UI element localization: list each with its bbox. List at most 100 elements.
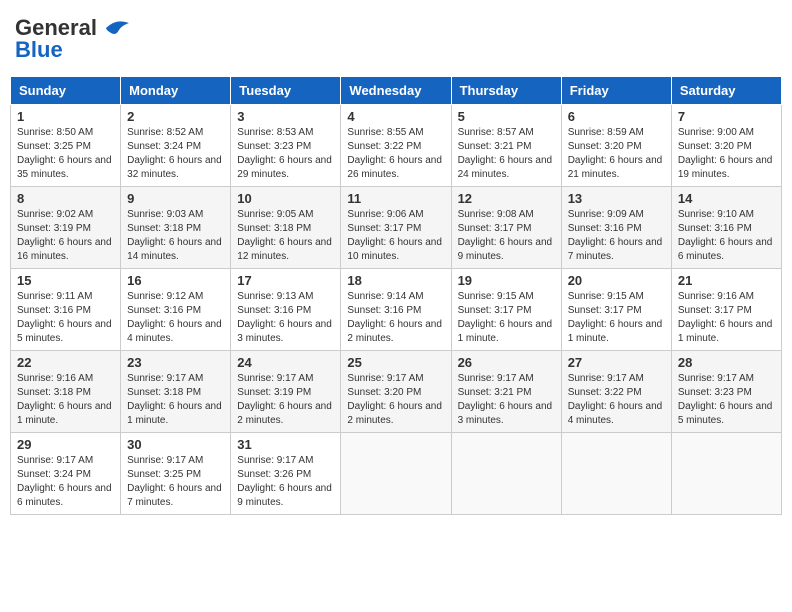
cell-sunrise: Sunrise: 9:17 AMSunset: 3:24 PMDaylight:… — [17, 455, 112, 508]
cell-sunrise: Sunrise: 9:17 AMSunset: 3:25 PMDaylight:… — [127, 455, 222, 508]
cell-sunrise: Sunrise: 9:13 AMSunset: 3:16 PMDaylight:… — [237, 291, 332, 344]
cell-sunrise: Sunrise: 9:17 AMSunset: 3:18 PMDaylight:… — [127, 373, 222, 426]
calendar-cell: 9 Sunrise: 9:03 AMSunset: 3:18 PMDayligh… — [121, 187, 231, 269]
day-number: 2 — [127, 109, 224, 124]
logo-bird-icon — [101, 18, 131, 38]
cell-sunrise: Sunrise: 8:52 AMSunset: 3:24 PMDaylight:… — [127, 127, 222, 180]
cell-sunrise: Sunrise: 9:16 AMSunset: 3:17 PMDaylight:… — [678, 291, 773, 344]
calendar-cell: 14 Sunrise: 9:10 AMSunset: 3:16 PMDaylig… — [671, 187, 781, 269]
calendar-cell: 27 Sunrise: 9:17 AMSunset: 3:22 PMDaylig… — [561, 351, 671, 433]
cell-sunrise: Sunrise: 9:05 AMSunset: 3:18 PMDaylight:… — [237, 209, 332, 262]
cell-sunrise: Sunrise: 9:17 AMSunset: 3:21 PMDaylight:… — [458, 373, 553, 426]
calendar-cell: 5 Sunrise: 8:57 AMSunset: 3:21 PMDayligh… — [451, 105, 561, 187]
calendar-cell: 16 Sunrise: 9:12 AMSunset: 3:16 PMDaylig… — [121, 269, 231, 351]
day-number: 13 — [568, 191, 665, 206]
cell-sunrise: Sunrise: 8:55 AMSunset: 3:22 PMDaylight:… — [347, 127, 442, 180]
calendar-cell: 3 Sunrise: 8:53 AMSunset: 3:23 PMDayligh… — [231, 105, 341, 187]
day-number: 23 — [127, 355, 224, 370]
calendar-cell: 1 Sunrise: 8:50 AMSunset: 3:25 PMDayligh… — [11, 105, 121, 187]
cell-sunrise: Sunrise: 8:57 AMSunset: 3:21 PMDaylight:… — [458, 127, 553, 180]
calendar-header-row: SundayMondayTuesdayWednesdayThursdayFrid… — [11, 77, 782, 105]
calendar-cell: 23 Sunrise: 9:17 AMSunset: 3:18 PMDaylig… — [121, 351, 231, 433]
calendar-cell: 13 Sunrise: 9:09 AMSunset: 3:16 PMDaylig… — [561, 187, 671, 269]
calendar-cell: 4 Sunrise: 8:55 AMSunset: 3:22 PMDayligh… — [341, 105, 451, 187]
calendar-week-row: 8 Sunrise: 9:02 AMSunset: 3:19 PMDayligh… — [11, 187, 782, 269]
cell-sunrise: Sunrise: 9:02 AMSunset: 3:19 PMDaylight:… — [17, 209, 112, 262]
calendar-cell: 2 Sunrise: 8:52 AMSunset: 3:24 PMDayligh… — [121, 105, 231, 187]
cell-sunrise: Sunrise: 9:10 AMSunset: 3:16 PMDaylight:… — [678, 209, 773, 262]
day-number: 19 — [458, 273, 555, 288]
logo: General Blue — [15, 15, 131, 63]
cell-sunrise: Sunrise: 9:00 AMSunset: 3:20 PMDaylight:… — [678, 127, 773, 180]
day-number: 4 — [347, 109, 444, 124]
day-number: 15 — [17, 273, 114, 288]
cell-sunrise: Sunrise: 9:06 AMSunset: 3:17 PMDaylight:… — [347, 209, 442, 262]
cell-sunrise: Sunrise: 8:53 AMSunset: 3:23 PMDaylight:… — [237, 127, 332, 180]
cell-sunrise: Sunrise: 9:17 AMSunset: 3:19 PMDaylight:… — [237, 373, 332, 426]
day-number: 22 — [17, 355, 114, 370]
day-number: 16 — [127, 273, 224, 288]
calendar-cell — [561, 433, 671, 515]
calendar-cell: 10 Sunrise: 9:05 AMSunset: 3:18 PMDaylig… — [231, 187, 341, 269]
day-number: 24 — [237, 355, 334, 370]
calendar-cell: 11 Sunrise: 9:06 AMSunset: 3:17 PMDaylig… — [341, 187, 451, 269]
cell-sunrise: Sunrise: 8:59 AMSunset: 3:20 PMDaylight:… — [568, 127, 663, 180]
cell-sunrise: Sunrise: 9:11 AMSunset: 3:16 PMDaylight:… — [17, 291, 112, 344]
cell-sunrise: Sunrise: 9:15 AMSunset: 3:17 PMDaylight:… — [458, 291, 553, 344]
logo-text-blue: Blue — [15, 37, 63, 63]
day-number: 10 — [237, 191, 334, 206]
calendar-cell: 12 Sunrise: 9:08 AMSunset: 3:17 PMDaylig… — [451, 187, 561, 269]
cell-sunrise: Sunrise: 9:17 AMSunset: 3:26 PMDaylight:… — [237, 455, 332, 508]
day-header-friday: Friday — [561, 77, 671, 105]
cell-sunrise: Sunrise: 9:17 AMSunset: 3:23 PMDaylight:… — [678, 373, 773, 426]
calendar-cell: 15 Sunrise: 9:11 AMSunset: 3:16 PMDaylig… — [11, 269, 121, 351]
calendar-cell — [671, 433, 781, 515]
calendar-week-row: 1 Sunrise: 8:50 AMSunset: 3:25 PMDayligh… — [11, 105, 782, 187]
cell-sunrise: Sunrise: 9:17 AMSunset: 3:22 PMDaylight:… — [568, 373, 663, 426]
calendar-cell: 26 Sunrise: 9:17 AMSunset: 3:21 PMDaylig… — [451, 351, 561, 433]
page-header: General Blue — [10, 10, 782, 68]
day-number: 28 — [678, 355, 775, 370]
day-number: 6 — [568, 109, 665, 124]
day-header-thursday: Thursday — [451, 77, 561, 105]
calendar-cell: 30 Sunrise: 9:17 AMSunset: 3:25 PMDaylig… — [121, 433, 231, 515]
cell-sunrise: Sunrise: 9:14 AMSunset: 3:16 PMDaylight:… — [347, 291, 442, 344]
cell-sunrise: Sunrise: 9:08 AMSunset: 3:17 PMDaylight:… — [458, 209, 553, 262]
calendar-cell: 19 Sunrise: 9:15 AMSunset: 3:17 PMDaylig… — [451, 269, 561, 351]
calendar-cell: 29 Sunrise: 9:17 AMSunset: 3:24 PMDaylig… — [11, 433, 121, 515]
day-header-wednesday: Wednesday — [341, 77, 451, 105]
day-header-saturday: Saturday — [671, 77, 781, 105]
day-number: 20 — [568, 273, 665, 288]
calendar-week-row: 22 Sunrise: 9:16 AMSunset: 3:18 PMDaylig… — [11, 351, 782, 433]
calendar-cell — [451, 433, 561, 515]
cell-sunrise: Sunrise: 9:12 AMSunset: 3:16 PMDaylight:… — [127, 291, 222, 344]
day-number: 27 — [568, 355, 665, 370]
day-number: 1 — [17, 109, 114, 124]
day-header-monday: Monday — [121, 77, 231, 105]
day-number: 18 — [347, 273, 444, 288]
day-number: 29 — [17, 437, 114, 452]
calendar-cell: 31 Sunrise: 9:17 AMSunset: 3:26 PMDaylig… — [231, 433, 341, 515]
calendar-cell: 20 Sunrise: 9:15 AMSunset: 3:17 PMDaylig… — [561, 269, 671, 351]
calendar-cell: 8 Sunrise: 9:02 AMSunset: 3:19 PMDayligh… — [11, 187, 121, 269]
cell-sunrise: Sunrise: 9:03 AMSunset: 3:18 PMDaylight:… — [127, 209, 222, 262]
day-number: 9 — [127, 191, 224, 206]
calendar-cell: 18 Sunrise: 9:14 AMSunset: 3:16 PMDaylig… — [341, 269, 451, 351]
cell-sunrise: Sunrise: 8:50 AMSunset: 3:25 PMDaylight:… — [17, 127, 112, 180]
day-number: 30 — [127, 437, 224, 452]
day-header-tuesday: Tuesday — [231, 77, 341, 105]
calendar-cell: 7 Sunrise: 9:00 AMSunset: 3:20 PMDayligh… — [671, 105, 781, 187]
day-number: 12 — [458, 191, 555, 206]
calendar-cell: 25 Sunrise: 9:17 AMSunset: 3:20 PMDaylig… — [341, 351, 451, 433]
calendar-cell: 28 Sunrise: 9:17 AMSunset: 3:23 PMDaylig… — [671, 351, 781, 433]
calendar-body: 1 Sunrise: 8:50 AMSunset: 3:25 PMDayligh… — [11, 105, 782, 515]
day-number: 11 — [347, 191, 444, 206]
day-number: 26 — [458, 355, 555, 370]
cell-sunrise: Sunrise: 9:17 AMSunset: 3:20 PMDaylight:… — [347, 373, 442, 426]
day-number: 21 — [678, 273, 775, 288]
calendar-cell: 6 Sunrise: 8:59 AMSunset: 3:20 PMDayligh… — [561, 105, 671, 187]
calendar-cell — [341, 433, 451, 515]
calendar-week-row: 15 Sunrise: 9:11 AMSunset: 3:16 PMDaylig… — [11, 269, 782, 351]
calendar-cell: 22 Sunrise: 9:16 AMSunset: 3:18 PMDaylig… — [11, 351, 121, 433]
day-number: 8 — [17, 191, 114, 206]
